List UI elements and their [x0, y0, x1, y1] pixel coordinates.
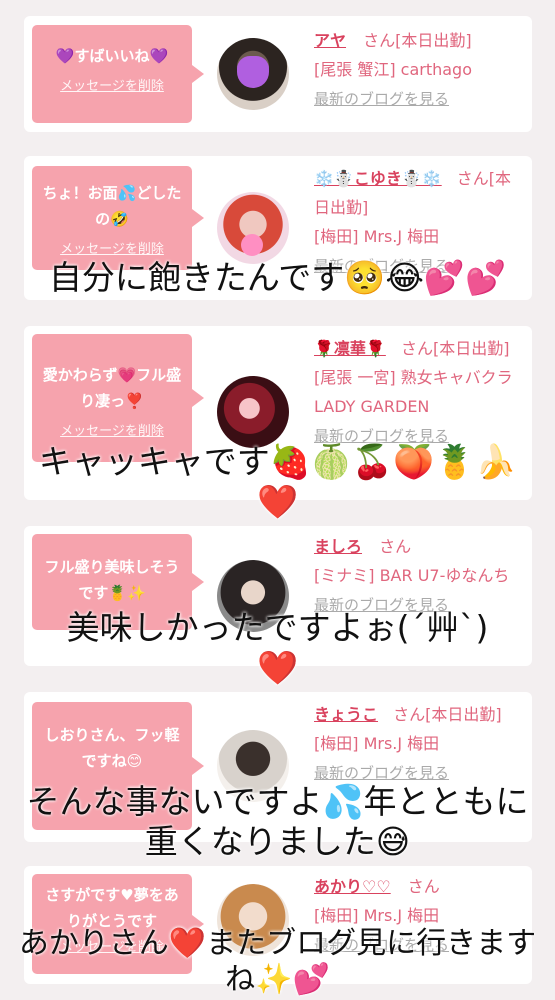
- cast-name-link[interactable]: きょうこ: [314, 705, 378, 724]
- cast-name-link[interactable]: あかり♡♡: [314, 877, 391, 896]
- avatar[interactable]: [217, 38, 289, 110]
- message-text: しおりさん、フッ軽ですね😊: [44, 726, 180, 770]
- cast-status: さん: [407, 877, 440, 896]
- shop-name: [梅田] Mrs.J 梅田: [314, 906, 440, 925]
- reply-caption: そんな事ないですよ💦年とともに重くなりました😅: [26, 782, 529, 861]
- reply-caption: 自分に飽きたんです🥺😂💕💕: [48, 258, 507, 297]
- message-card: 💜すばいいね💜 メッセージを削除 アヤ さん[本日出勤] [尾張 蟹江] car…: [24, 16, 532, 132]
- cast-status: さん[本日出勤]: [393, 705, 502, 724]
- cast-name-link[interactable]: アヤ: [314, 31, 346, 50]
- cast-status: さん[本日出勤]: [400, 339, 510, 358]
- message-text: 💜すばいいね💜: [55, 47, 169, 65]
- latest-blog-link[interactable]: 最新のブログを見る: [314, 764, 449, 782]
- message-text: フル盛り美味しそうです🍍✨: [44, 558, 180, 602]
- bubble-sticker-icon: [241, 234, 263, 256]
- avatar[interactable]: [217, 376, 289, 448]
- message-bubble: 💜すばいいね💜 メッセージを削除: [32, 25, 204, 123]
- shop-name: [梅田] Mrs.J 梅田: [314, 734, 440, 753]
- message-text: ちょ！お面💦どしたの🤣: [42, 184, 182, 228]
- reply-caption: あかりさん❤️またブログ見に行きますね✨💕: [18, 926, 537, 997]
- delete-message-link[interactable]: メッセージを削除: [32, 238, 192, 257]
- shop-name: [梅田] Mrs.J 梅田: [314, 227, 440, 246]
- latest-blog-link[interactable]: 最新のブログを見る: [314, 90, 449, 108]
- profile-info: 🌹凛華🌹 さん[本日出勤] [尾張 一宮] 熟女キャバクラ LADY GARDE…: [314, 334, 524, 451]
- reply-caption: キャッキャです🍓🍈🍒🍑🍍🍌❤️: [38, 442, 517, 521]
- delete-message-link[interactable]: メッセージを削除: [32, 420, 192, 439]
- delete-message-link[interactable]: メッセージを削除: [32, 75, 192, 94]
- cast-name-link[interactable]: ❄️☃️こゆき☃️❄️: [314, 169, 442, 188]
- profile-info: ましろ さん [ミナミ] BAR U7-ゆなんち 最新のブログを見る: [314, 532, 524, 620]
- heart-sticker-icon: [237, 56, 269, 88]
- avatar[interactable]: [217, 192, 289, 264]
- cast-status: さん[本日出勤]: [363, 31, 472, 50]
- profile-info: アヤ さん[本日出勤] [尾張 蟹江] carthago 最新のブログを見る: [314, 26, 524, 114]
- shop-name: [尾張 一宮] 熟女キャバクラ LADY GARDEN: [314, 368, 513, 416]
- cast-name-link[interactable]: ましろ: [314, 537, 362, 556]
- message-bubble: ちょ！お面💦どしたの🤣 メッセージを削除: [32, 166, 204, 270]
- shop-name: [ミナミ] BAR U7-ゆなんち: [314, 566, 510, 585]
- reply-caption: 美味しかったですよぉ(´艸`)❤️: [66, 608, 489, 687]
- profile-info: きょうこ さん[本日出勤] [梅田] Mrs.J 梅田 最新のブログを見る: [314, 700, 524, 788]
- cast-status: さん: [379, 537, 412, 556]
- message-text: 愛かわらず💗フル盛り凄っ❣️: [42, 366, 182, 410]
- shop-name: [尾張 蟹江] carthago: [314, 60, 473, 79]
- cast-name-link[interactable]: 🌹凛華🌹: [314, 339, 386, 358]
